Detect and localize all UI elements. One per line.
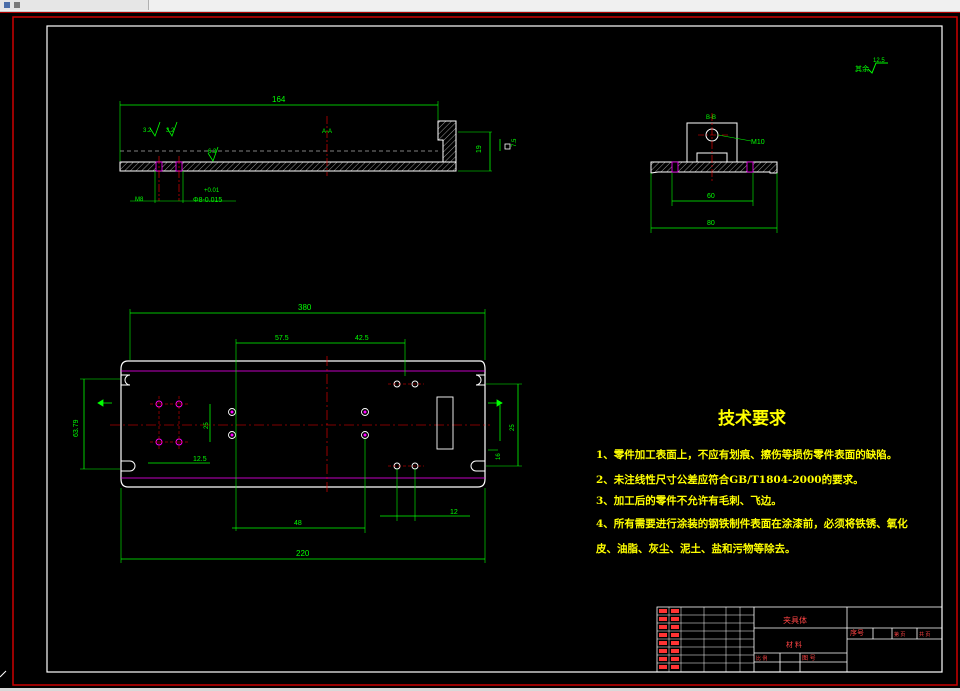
dim-42-5: 42.5 bbox=[355, 335, 369, 342]
cad-drawing-canvas[interactable]: 其余 12.5 164 A-A 3.2 3.2 6.3 19 7.5 +0.01… bbox=[0, 12, 960, 689]
rough-c: 6.3 bbox=[208, 149, 217, 155]
front-section-view: 164 A-A 3.2 3.2 6.3 19 7.5 +0.01 Φ8-0.01… bbox=[119, 95, 518, 204]
dim-25-left: 25 bbox=[204, 422, 210, 429]
thread-m8: M8 bbox=[135, 197, 144, 203]
tech-req-item-2: 2、未注线性尺寸公差应符合GB/T1804-2000的要求。 bbox=[596, 473, 864, 486]
roughness-other-label: 其余 bbox=[855, 64, 869, 73]
dim-19: 19 bbox=[476, 145, 483, 153]
roughness-symbol-other: 其余 12.5 bbox=[855, 58, 888, 74]
title-sheet-a: 第 页 bbox=[894, 631, 905, 638]
toolbar-pane bbox=[0, 0, 149, 10]
dim-12-5: 12.5 bbox=[193, 456, 207, 463]
title-drawing-no: 图 号 bbox=[802, 655, 816, 662]
cursor-icon bbox=[0, 670, 7, 678]
tech-req-item-5: 皮、油脂、灰尘、泥土、盐和污物等除去。 bbox=[595, 542, 796, 555]
tol-lower: Φ8-0.015 bbox=[193, 197, 222, 204]
dim-12: 12 bbox=[450, 509, 458, 516]
title-material: 材 料 bbox=[786, 640, 802, 649]
dim-16: 16 bbox=[496, 453, 502, 460]
title-sheet-b: 共 页 bbox=[919, 631, 930, 638]
application-toolbar bbox=[0, 0, 960, 12]
front-upright-block bbox=[437, 120, 457, 163]
side-section-view: B-B M10 60 80 bbox=[650, 113, 778, 233]
dim-164: 164 bbox=[272, 95, 286, 104]
top-plan-view: 380 57.5 42.5 63.79 12.5 25 48 12 220 25… bbox=[73, 303, 522, 563]
rough-a: 3.2 bbox=[143, 128, 152, 134]
top-plate-outline bbox=[120, 360, 486, 488]
title-ratio: 比 例 bbox=[756, 655, 767, 662]
drawing-svg: 其余 12.5 164 A-A 3.2 3.2 6.3 19 7.5 +0.01… bbox=[0, 16, 958, 686]
dim-48: 48 bbox=[294, 520, 302, 527]
app-icon[interactable] bbox=[4, 2, 10, 8]
dim-60: 60 bbox=[707, 193, 715, 200]
dim-380: 380 bbox=[298, 303, 312, 312]
drawing-frame bbox=[46, 25, 943, 673]
thread-m10: M10 bbox=[751, 139, 765, 146]
title-part-name: 夹具体 bbox=[783, 615, 807, 625]
dim-57-5: 57.5 bbox=[275, 335, 289, 342]
menu-icon[interactable] bbox=[14, 2, 20, 8]
title-seq: 序号 bbox=[850, 628, 864, 637]
dim-63-79: 63.79 bbox=[73, 419, 80, 437]
tech-req-item-1: 1、零件加工表面上，不应有划痕、擦伤等损伤零件表面的缺陷。 bbox=[596, 448, 897, 461]
section-label-bb: B-B bbox=[706, 115, 716, 121]
dim-7-5: 7.5 bbox=[512, 138, 518, 147]
section-label-aa: A-A bbox=[322, 129, 332, 135]
roughness-other-value: 12.5 bbox=[873, 58, 885, 64]
tol-upper: +0.01 bbox=[204, 188, 220, 194]
tech-req-item-3: 3、加工后的零件不允许有毛刺、飞边。 bbox=[596, 494, 782, 507]
tech-req-title: 技术要求 bbox=[718, 408, 786, 429]
technical-requirements: 技术要求 1、零件加工表面上，不应有划痕、擦伤等损伤零件表面的缺陷。 2、未注线… bbox=[595, 408, 908, 555]
dim-25-right: 25 bbox=[510, 424, 516, 431]
dim-220: 220 bbox=[296, 549, 310, 558]
dim-80: 80 bbox=[707, 220, 715, 227]
title-block-grid bbox=[657, 607, 754, 672]
tech-req-item-4: 4、所有需要进行涂装的钢铁制件表面在涂漆前，必须将铁锈、氧化 bbox=[596, 517, 908, 530]
rough-b: 3.2 bbox=[166, 128, 175, 134]
side-base bbox=[650, 161, 778, 174]
front-base-plate bbox=[119, 161, 457, 172]
